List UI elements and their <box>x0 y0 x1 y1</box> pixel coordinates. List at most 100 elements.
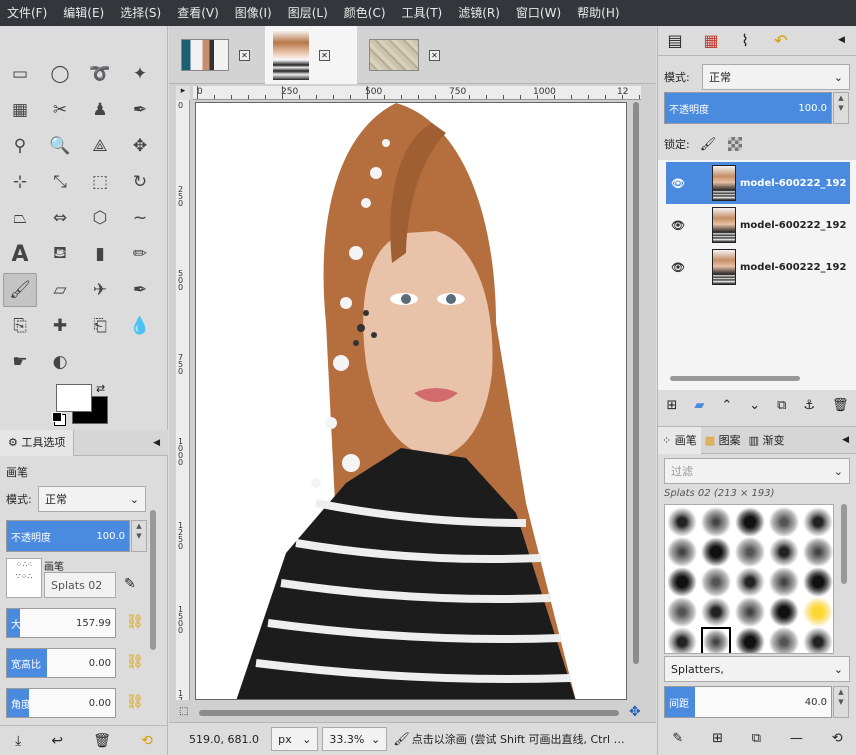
new-brush-icon[interactable]: ⊞ <box>712 731 723 746</box>
rect-select-tool[interactable]: ▭ <box>3 57 37 91</box>
brush-thumbnail[interactable] <box>803 567 833 597</box>
reset-options-icon[interactable]: ⟲ <box>141 733 153 749</box>
layer-list-hscrollbar[interactable] <box>670 376 800 381</box>
brush-thumbnail[interactable] <box>735 567 765 597</box>
scissors-tool[interactable]: ✂ <box>43 93 77 127</box>
edit-brush-icon[interactable]: ✎ <box>124 576 136 592</box>
configure-tab-icon[interactable]: ◀ <box>842 435 849 445</box>
duplicate-brush-icon[interactable]: ⧉ <box>752 731 761 746</box>
brush-thumbnail[interactable] <box>769 537 799 567</box>
bucket-fill-tool[interactable]: ⛾ <box>43 237 77 271</box>
gradient-tool[interactable]: ▮ <box>83 237 117 271</box>
menu-item-8[interactable]: 滤镜(R) <box>451 0 509 26</box>
tab-image-3[interactable]: ✕ <box>361 26 451 84</box>
layers-tab-icon[interactable]: ▤ <box>664 30 686 52</box>
menu-item-7[interactable]: 工具(T) <box>395 0 452 26</box>
ellipse-select-tool[interactable]: ◯ <box>43 57 77 91</box>
layer-row[interactable]: 👁 model-600222_192 <box>666 246 850 288</box>
menu-item-2[interactable]: 选择(S) <box>113 0 170 26</box>
menu-item-0[interactable]: 文件(F) <box>0 0 56 26</box>
paths-tool[interactable]: ✒ <box>123 93 157 127</box>
warp-tool[interactable]: ~ <box>123 201 157 235</box>
tab-image-2[interactable]: ✕ <box>265 26 357 84</box>
brush-thumbnail[interactable] <box>701 597 731 627</box>
size-slider[interactable]: 大小 157.99 <box>6 608 116 638</box>
brush-thumbnail[interactable] <box>803 597 833 627</box>
color-picker-tool[interactable]: ⚲ <box>3 129 37 163</box>
brush-tag-field[interactable]: Splatters, ⌄ <box>664 656 850 682</box>
perspective-tool[interactable]: ⏢ <box>3 201 37 235</box>
brush-grid[interactable] <box>664 504 834 654</box>
lock-pixels-icon[interactable]: 🖌 <box>700 137 717 152</box>
brush-thumbnail[interactable] <box>735 627 765 653</box>
brush-thumbnail[interactable] <box>667 537 697 567</box>
dodge-tool[interactable]: ◐ <box>43 345 77 379</box>
delete-options-icon[interactable]: 🗑 <box>93 733 111 749</box>
lower-layer-icon[interactable]: ⌄ <box>749 398 760 413</box>
perspective-clone-tool[interactable]: ⎗ <box>83 309 117 343</box>
brush-thumbnail[interactable] <box>769 627 799 653</box>
navigate-icon[interactable]: ✥ <box>629 704 641 720</box>
edit-brush-icon[interactable]: ✎ <box>672 731 683 746</box>
close-icon[interactable]: ✕ <box>429 49 440 61</box>
vertical-scrollbar[interactable] <box>633 102 639 664</box>
spacing-spinner[interactable]: ▲ ▼ <box>833 686 849 718</box>
visibility-eye-icon[interactable]: 👁 <box>671 219 685 232</box>
menu-item-10[interactable]: 帮助(H) <box>570 0 628 26</box>
undo-history-tab-icon[interactable]: ↶ <box>770 30 792 52</box>
lock-alpha-icon[interactable] <box>728 137 743 151</box>
tab-gradients[interactable]: ▥ 渐变 <box>745 432 789 448</box>
tab-patterns[interactable]: ▩ 图案 <box>701 432 745 448</box>
menu-item-1[interactable]: 编辑(E) <box>56 0 113 26</box>
brush-thumbnail[interactable] <box>803 627 833 653</box>
ink-tool[interactable]: ✒ <box>123 273 157 307</box>
angle-chain-icon[interactable]: ⛓ <box>126 694 144 710</box>
opacity-spinner[interactable]: ▲ ▼ <box>131 520 147 552</box>
brush-thumbnail[interactable] <box>701 567 731 597</box>
opacity-slider[interactable]: 不透明度 100.0 <box>6 520 130 552</box>
clone-tool[interactable]: ⎘ <box>3 309 37 343</box>
channels-tab-icon[interactable]: ▦ <box>700 30 722 52</box>
new-layer-icon[interactable]: ⊞ <box>666 398 677 413</box>
swap-colors-icon[interactable]: ⇄ <box>96 382 105 395</box>
brush-thumbnail[interactable] <box>667 507 697 537</box>
layer-opacity-spinner[interactable]: ▲ ▼ <box>833 92 849 124</box>
transform-tool[interactable]: ⤡ <box>43 165 77 199</box>
delete-layer-icon[interactable]: 🗑 <box>832 398 849 413</box>
restore-options-icon[interactable]: ↩ <box>51 733 63 749</box>
angle-slider[interactable]: 角度 0.00 <box>6 688 116 718</box>
brush-name-field[interactable]: Splats 02 <box>44 572 116 598</box>
brush-thumbnail[interactable] <box>701 627 731 653</box>
cage-tool[interactable]: ⬡ <box>83 201 117 235</box>
foreground-select-tool[interactable]: ♟ <box>83 93 117 127</box>
heal-tool[interactable]: ✚ <box>43 309 77 343</box>
options-scrollbar[interactable] <box>150 510 156 650</box>
airbrush-tool[interactable]: ✈ <box>83 273 117 307</box>
align-tool[interactable]: ⊹ <box>3 165 37 199</box>
spacing-slider[interactable]: 间距 40.0 <box>664 686 832 718</box>
foreground-color-swatch[interactable] <box>56 384 92 412</box>
menu-item-6[interactable]: 颜色(C) <box>337 0 395 26</box>
move-tool[interactable]: ✥ <box>123 129 157 163</box>
color-select-tool[interactable]: ▦ <box>3 93 37 127</box>
configure-tab-icon[interactable]: ◀ <box>838 35 845 45</box>
horizontal-scrollbar[interactable] <box>199 710 619 716</box>
brush-thumbnail[interactable] <box>667 627 697 653</box>
brush-thumbnail[interactable] <box>803 507 833 537</box>
anchor-layer-icon[interactable]: ⚓ <box>803 398 815 413</box>
brush-thumbnail[interactable] <box>735 537 765 567</box>
fuzzy-select-tool[interactable]: ✦ <box>123 57 157 91</box>
layer-mode-select[interactable]: 正常 ⌄ <box>702 64 850 90</box>
rotate-tool[interactable]: ↻ <box>123 165 157 199</box>
menu-item-9[interactable]: 窗口(W) <box>509 0 570 26</box>
tab-image-1[interactable]: ✕ <box>173 26 261 84</box>
brush-thumbnail[interactable] <box>769 507 799 537</box>
layer-opacity-slider[interactable]: 不透明度 100.0 <box>664 92 832 124</box>
text-tool[interactable]: A <box>3 237 37 271</box>
brush-thumbnail[interactable] <box>701 507 731 537</box>
layer-row[interactable]: 👁 model-600222_192 <box>666 204 850 246</box>
mode-select[interactable]: 正常 ⌄ <box>38 486 146 512</box>
aspect-chain-icon[interactable]: ⛓ <box>126 654 144 670</box>
pencil-tool[interactable]: ✏ <box>123 237 157 271</box>
smudge-tool[interactable]: ☛ <box>3 345 37 379</box>
